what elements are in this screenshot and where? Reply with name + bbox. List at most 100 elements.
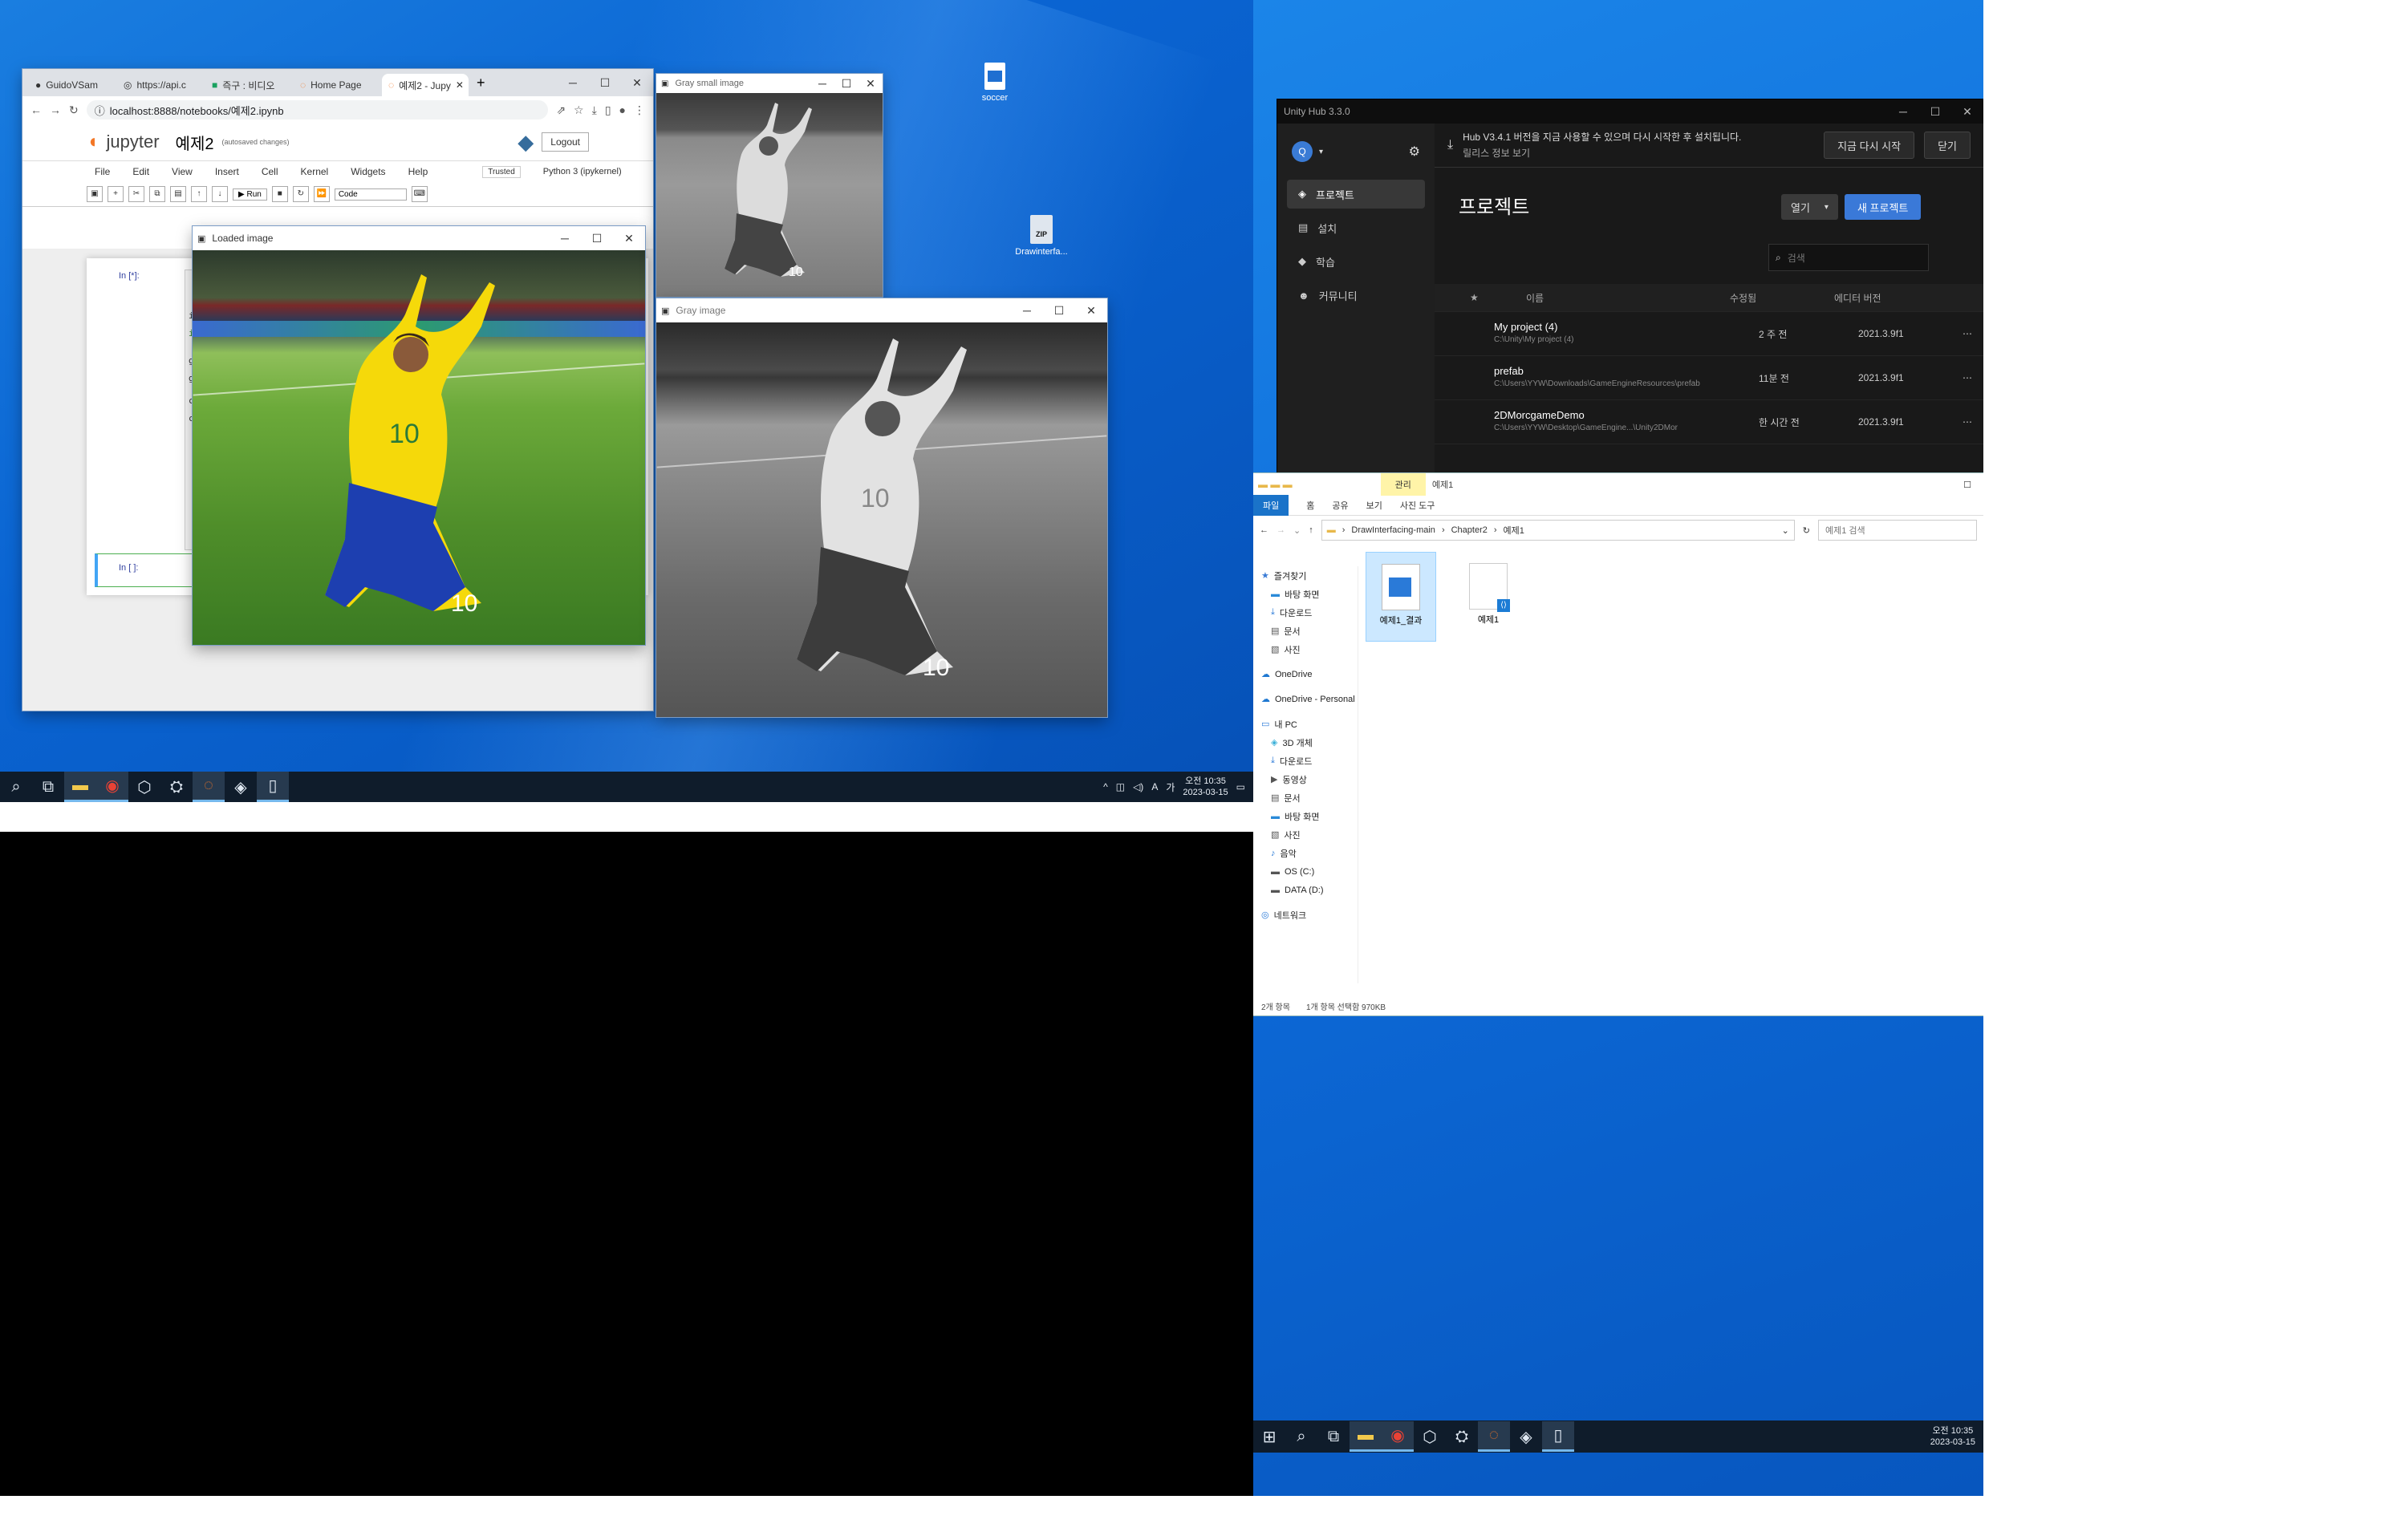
nav-tree-item[interactable]: ▬ OS (C:) (1253, 862, 1358, 881)
jupyter-icon[interactable]: ◌ (1478, 1421, 1510, 1452)
language-icon[interactable]: 가 (1166, 780, 1175, 794)
menu-kernel[interactable]: Kernel (301, 166, 329, 177)
sidepanel-icon[interactable]: ▯ (605, 103, 611, 117)
clock[interactable]: 오전 10:35 2023-03-15 (1930, 1425, 1975, 1448)
chevron-down-icon[interactable]: ▾ (1825, 203, 1829, 212)
file-explorer-icon[interactable]: ▬ (1350, 1421, 1382, 1452)
window-icon[interactable]: ▯ (1542, 1421, 1574, 1452)
minimize-button[interactable]: ─ (1887, 105, 1919, 118)
share-icon[interactable]: ⇗ (556, 103, 566, 117)
ribbon-tab-picture-tools[interactable]: 사진 도구 (1400, 499, 1435, 512)
search-icon[interactable]: ⌕ (1285, 1421, 1317, 1452)
maximize-button[interactable]: ☐ (581, 232, 613, 245)
restart-icon[interactable]: ↻ (292, 186, 309, 202)
ribbon-context-tab[interactable]: 관리 (1380, 473, 1426, 496)
stop-icon[interactable]: ■ (271, 186, 288, 202)
chevron-down-icon[interactable]: ▾ (1319, 148, 1323, 156)
gear-icon[interactable]: ⚙ (1409, 144, 1420, 160)
star-icon[interactable]: ☆ (574, 103, 584, 117)
minimize-button[interactable]: ─ (1011, 304, 1043, 317)
minimize-button[interactable]: ─ (810, 77, 834, 90)
nav-tree-item[interactable]: ▧ 사진 (1253, 825, 1358, 844)
notebook-title[interactable]: 예제2 (176, 131, 214, 154)
ribbon-tab-home[interactable]: 홈 (1306, 499, 1314, 512)
close-icon[interactable]: ✕ (456, 79, 464, 91)
nav-tree-item[interactable]: ◎ 네트워크 (1253, 906, 1358, 924)
tab-github[interactable]: ● GuidoVSam (29, 74, 116, 96)
new-tab-button[interactable]: + (470, 75, 492, 96)
task-view-icon[interactable]: ⧉ (1317, 1421, 1350, 1452)
chevron-down-icon[interactable]: ⌄ (1293, 525, 1301, 536)
up-icon[interactable]: ↑ (1309, 525, 1313, 535)
cell-type-select[interactable]: Code (334, 188, 407, 201)
fast-forward-icon[interactable]: ⏩ (313, 186, 330, 202)
nav-tree-item[interactable]: ▤ 문서 (1253, 788, 1358, 807)
refresh-icon[interactable]: ↻ (1803, 525, 1810, 536)
sidebar-item-installs[interactable]: ▤ 설치 (1287, 213, 1425, 242)
move-down-icon[interactable]: ↓ (212, 186, 228, 202)
menu-icon[interactable]: ⋮ (634, 103, 645, 117)
task-view-icon[interactable]: ⧉ (32, 772, 64, 802)
nav-tree-item[interactable]: ◈ 3D 개체 (1253, 733, 1358, 752)
more-icon[interactable]: ⋯ (1963, 416, 1972, 428)
nav-tree-item[interactable]: ▶ 동영상 (1253, 770, 1358, 788)
star-icon[interactable]: ★ (1435, 292, 1502, 303)
desktop-icon-zip[interactable]: ZIP Drawinterfa... (1009, 215, 1074, 257)
sidebar-item-community[interactable]: ☻ 커뮤니티 (1287, 281, 1425, 310)
back-icon[interactable]: ← (1260, 525, 1268, 535)
file-item[interactable]: ⟨⟩ 예제1 (1454, 552, 1523, 640)
forward-icon[interactable]: → (1277, 525, 1285, 535)
chevron-down-icon[interactable]: ⌄ (1782, 525, 1789, 536)
nav-tree-item[interactable]: ▤ 문서 (1253, 622, 1358, 640)
keyboard-icon[interactable]: ⌨ (411, 186, 428, 202)
unity-icon[interactable]: ⬡ (1414, 1421, 1446, 1452)
ribbon-tab-share[interactable]: 공유 (1332, 499, 1348, 512)
download-icon[interactable]: ⤓ (592, 103, 597, 117)
forward-icon[interactable]: → (50, 103, 61, 116)
ribbon-tab-file[interactable]: 파일 (1253, 495, 1289, 516)
unity-hub-icon[interactable]: ⛭ (160, 772, 193, 802)
tab-jupyter[interactable]: ◌ 예제2 - Jupy ✕ (382, 74, 469, 96)
logout-button[interactable]: Logout (542, 132, 589, 152)
volume-icon[interactable]: ◁) (1133, 781, 1143, 792)
nav-tree-item[interactable]: ♪ 음악 (1253, 844, 1358, 862)
maximize-button[interactable]: ☐ (1919, 105, 1951, 119)
more-icon[interactable]: ⋯ (1963, 372, 1972, 383)
close-button[interactable]: ✕ (1075, 304, 1107, 318)
menu-edit[interactable]: Edit (132, 166, 149, 177)
reload-icon[interactable]: ↻ (69, 103, 79, 117)
avatar[interactable]: Q (1292, 141, 1313, 162)
python-icon[interactable]: ◈ (1510, 1421, 1542, 1452)
nav-tree-item[interactable]: ★ 즐겨찾기 (1253, 566, 1358, 585)
close-button[interactable]: ✕ (858, 77, 883, 91)
nav-tree-item[interactable]: ▭ 내 PC (1253, 715, 1358, 733)
cut-icon[interactable]: ✂ (128, 186, 144, 202)
paste-icon[interactable]: ▤ (170, 186, 186, 202)
file-item[interactable]: 예제1_결과 (1366, 552, 1436, 642)
breadcrumb[interactable]: ▬ › DrawInterfacing-main › Chapter2 › 예제1 ⌄ (1321, 520, 1795, 541)
close-button[interactable]: ✕ (613, 232, 645, 245)
close-button[interactable]: ☐ (1951, 480, 1983, 490)
clock[interactable]: 오전 10:35 2023-03-15 (1183, 776, 1228, 798)
restart-now-button[interactable]: 지금 다시 시작 (1824, 132, 1915, 159)
table-row[interactable]: prefab C:\Users\YYW\Downloads\GameEngineR… (1435, 356, 1983, 400)
menu-widgets[interactable]: Widgets (351, 166, 385, 177)
menu-help[interactable]: Help (408, 166, 428, 177)
table-row[interactable]: My project (4) C:\Unity\My project (4) 2 … (1435, 312, 1983, 356)
chrome-icon[interactable]: ◉ (1382, 1421, 1414, 1452)
start-icon[interactable]: ⊞ (1253, 1421, 1285, 1452)
add-cell-icon[interactable]: + (108, 186, 124, 202)
maximize-button[interactable]: ☐ (834, 77, 858, 91)
nav-tree-item[interactable]: ☁ OneDrive - Personal (1253, 690, 1358, 708)
tab-home[interactable]: ◌ Home Page (294, 74, 380, 96)
nav-tree-item[interactable]: ▬ 바탕 화면 (1253, 585, 1358, 603)
maximize-button[interactable]: ☐ (1043, 304, 1075, 318)
close-button[interactable]: ✕ (621, 76, 653, 90)
menu-cell[interactable]: Cell (262, 166, 278, 177)
maximize-button[interactable]: ☐ (589, 76, 621, 90)
nav-tree-item[interactable]: ▬ DATA (D:) (1253, 881, 1358, 899)
menu-file[interactable]: File (95, 166, 110, 177)
nav-tree-item[interactable]: ☁ OneDrive (1253, 665, 1358, 683)
chevron-up-icon[interactable]: ^ (1103, 781, 1108, 792)
chrome-icon[interactable]: ◉ (96, 772, 128, 802)
